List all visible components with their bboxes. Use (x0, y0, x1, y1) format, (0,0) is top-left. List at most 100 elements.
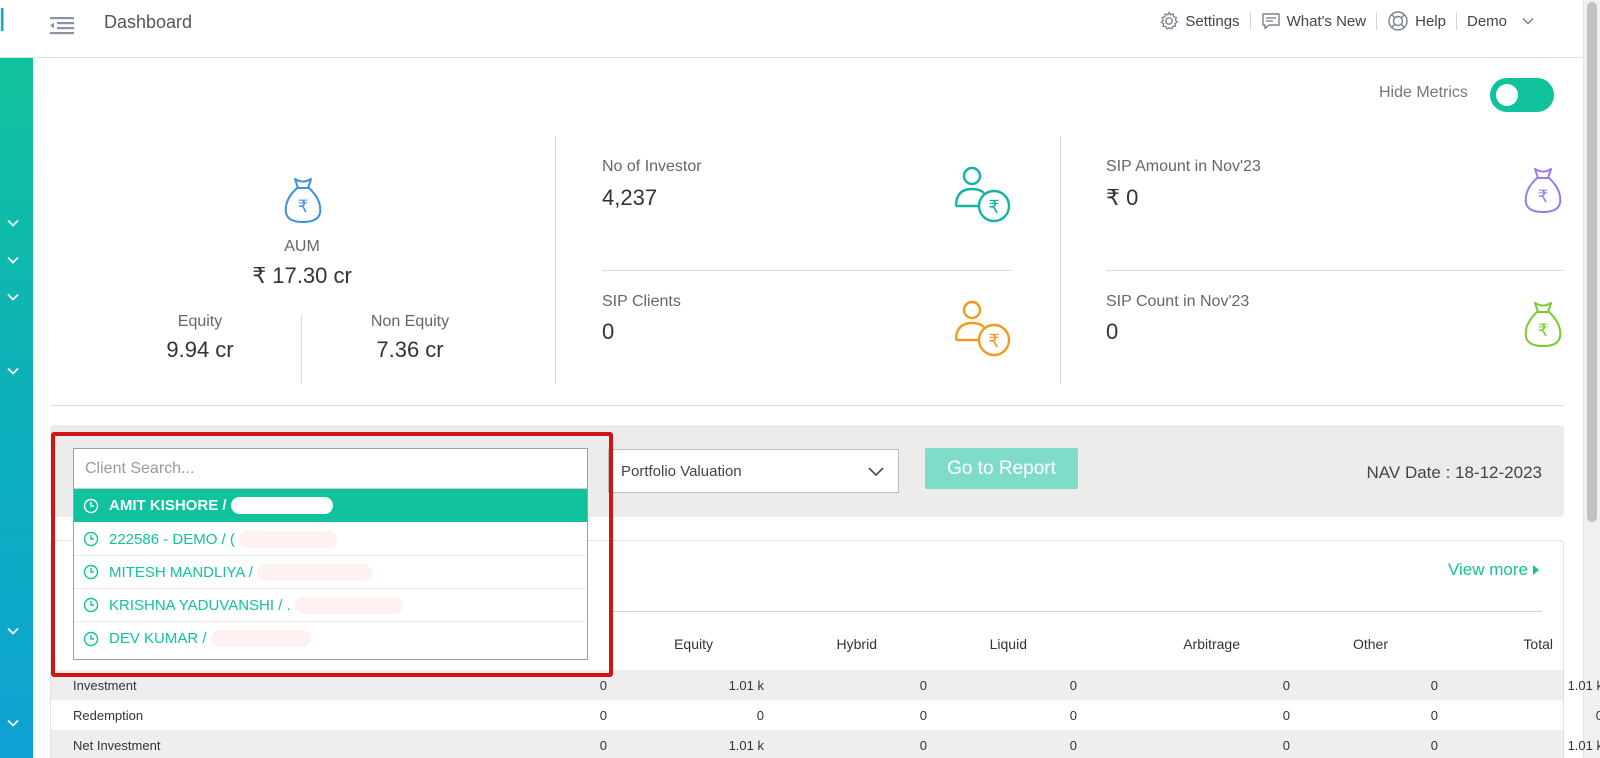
report-type-select[interactable]: Portfolio Valuation (608, 449, 899, 493)
column-header: Equity (674, 636, 713, 652)
svg-text:₹: ₹ (298, 197, 309, 217)
toggle-knob (1496, 84, 1518, 106)
row-name: Investment (73, 678, 137, 693)
column-header: Total (1523, 636, 1553, 652)
sip-amount-label: SIP Amount in Nov'23 (1106, 158, 1261, 175)
table-cell: 0 (1282, 738, 1290, 753)
equity-label: Equity (177, 313, 223, 330)
sidebar-expand-icon[interactable] (6, 624, 20, 638)
page-title: Dashboard (104, 12, 193, 32)
view-more-link[interactable]: View more (1448, 560, 1540, 580)
table-cell: 0 (919, 678, 927, 693)
investor-icon: ₹ (954, 166, 1014, 231)
chat-icon (1261, 13, 1280, 30)
help-label: Help (1415, 12, 1446, 30)
sidebar-expand-icon[interactable] (6, 716, 20, 730)
metrics-divider (602, 270, 1012, 271)
sip-clients-label: SIP Clients (602, 293, 681, 310)
whats-new-label: What's New (1286, 12, 1367, 30)
table-cell: 0 (1069, 708, 1077, 723)
investor-count-value: 4,237 (602, 185, 658, 210)
table-cell: 0 (1282, 708, 1290, 723)
sidebar-expand-icon[interactable] (6, 216, 20, 230)
table-cell: 0 (599, 738, 607, 753)
sidebar-expand-icon[interactable] (6, 253, 20, 267)
table-cell: 0 (599, 708, 607, 723)
investor-count-label: No of Investor (602, 158, 702, 175)
whats-new-link[interactable]: What's New (1251, 11, 1377, 31)
report-type-value: Portfolio Valuation (621, 463, 742, 480)
table-cell: 0 (919, 738, 927, 753)
equity-divider (301, 314, 302, 384)
column-header: Liquid (989, 636, 1027, 652)
sip-count-label: SIP Count in Nov'23 (1106, 293, 1250, 310)
view-more-label: View more (1448, 560, 1528, 579)
aum-value: ₹ 17.30 cr (252, 263, 352, 288)
sip-clients-value: 0 (602, 319, 615, 344)
table-cell: 1.01 k (1567, 738, 1600, 753)
table-row: Net Investment 0 1.01 k 0 0 0 0 1.01 k (51, 730, 1600, 758)
svg-text:₹: ₹ (988, 331, 999, 352)
table-cell: 0 (599, 678, 607, 693)
chevron-down-icon (868, 467, 884, 477)
chevron-down-icon (1522, 17, 1534, 25)
user-name: Demo (1466, 12, 1507, 30)
column-header: Other (1352, 636, 1388, 652)
caret-right-icon (1533, 565, 1539, 575)
user-menu[interactable]: Demo (1457, 13, 1545, 30)
hide-metrics-toggle[interactable] (1490, 78, 1554, 112)
table-cell: 0 (1069, 678, 1077, 693)
nav-date: NAV Date : 18-12-2023 (1366, 463, 1542, 482)
sidebar-expand-icon[interactable] (6, 364, 20, 378)
table-cell: 0 (1430, 708, 1438, 723)
metrics-divider (1060, 136, 1061, 384)
page-scrollbar[interactable] (1583, 0, 1600, 758)
svg-text:₹: ₹ (1538, 187, 1549, 207)
money-bag-icon: ₹ (282, 176, 324, 229)
gear-icon (1160, 11, 1179, 30)
equity-value: 9.94 cr (166, 337, 234, 362)
table-cell: 1.01 k (1567, 678, 1600, 693)
column-header: Arbitrage (1183, 636, 1240, 652)
logo[interactable]: l (0, 4, 6, 39)
table-cell: 0 (1595, 708, 1600, 723)
non-equity-value: 7.36 cr (376, 337, 444, 362)
money-bag-icon: ₹ (1522, 300, 1564, 353)
svg-text:₹: ₹ (1538, 321, 1549, 341)
hide-metrics-label: Hide Metrics (1379, 84, 1468, 101)
section-divider (50, 405, 1564, 406)
table-cell: 0 (919, 708, 927, 723)
svg-text:₹: ₹ (988, 197, 999, 218)
sip-count-value: 0 (1106, 319, 1119, 344)
non-equity-label: Non Equity (370, 313, 450, 330)
column-header: Hybrid (836, 636, 877, 652)
row-name: Redemption (73, 708, 144, 723)
table-cell: 1.01 k (728, 678, 764, 693)
table-row: Redemption 0 0 0 0 0 0 0 (51, 700, 1600, 730)
aum-label: AUM (284, 238, 320, 255)
metrics-divider (1106, 270, 1564, 271)
settings-link[interactable]: Settings (1149, 11, 1249, 31)
top-nav: Settings What's New Help Demo (1149, 8, 1545, 34)
row-name: Net Investment (73, 738, 161, 753)
table-cell: 0 (1069, 738, 1077, 753)
table-cell: 0 (1282, 678, 1290, 693)
sidebar-expand-icon[interactable] (6, 290, 20, 304)
sip-amount-value: ₹ 0 (1106, 185, 1139, 210)
money-bag-icon: ₹ (1522, 166, 1564, 219)
sidebar (0, 58, 33, 758)
menu-toggle-icon[interactable] (49, 12, 75, 38)
settings-label: Settings (1185, 12, 1240, 30)
highlight-annotation (51, 432, 613, 677)
table-cell: 1.01 k (728, 738, 764, 753)
table-cell: 0 (756, 708, 764, 723)
sip-clients-icon: ₹ (954, 300, 1014, 365)
table-cell: 0 (1430, 678, 1438, 693)
scrollbar-thumb[interactable] (1587, 2, 1597, 522)
help-icon (1388, 11, 1408, 31)
top-bar: l Dashboard Settings What's New Help Dem… (0, 0, 1585, 58)
help-link[interactable]: Help (1377, 10, 1456, 32)
table-cell: 0 (1430, 738, 1438, 753)
table-header-divider (610, 611, 1542, 612)
go-to-report-button[interactable]: Go to Report (925, 448, 1078, 489)
